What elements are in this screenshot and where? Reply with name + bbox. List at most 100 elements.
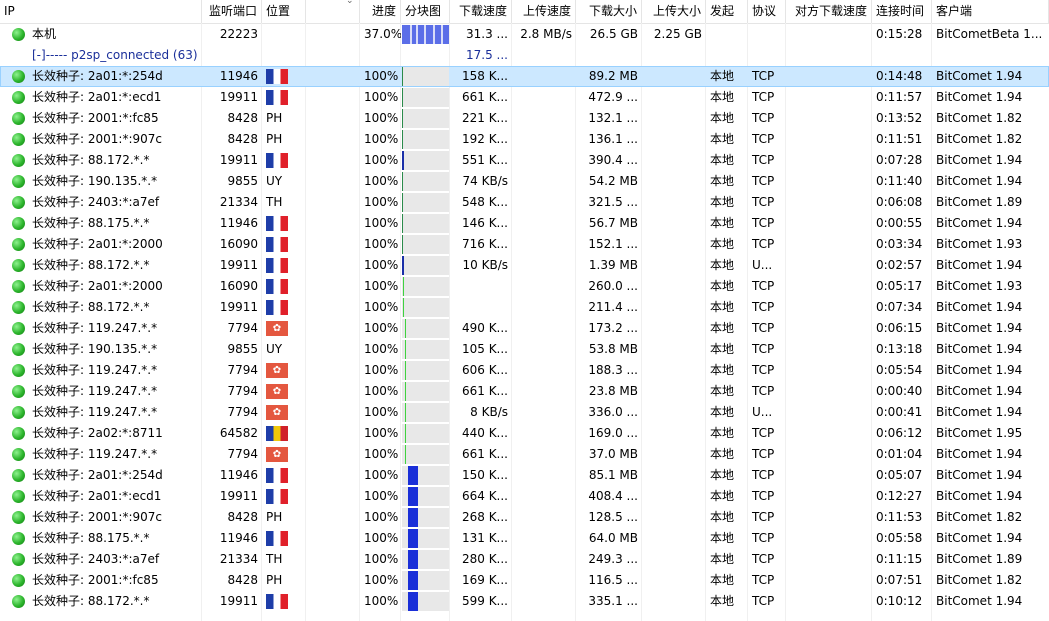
cell-connect-time: 0:11:40 bbox=[876, 174, 923, 188]
cell-client: BitComet 1.94 bbox=[936, 363, 1023, 377]
peer-list[interactable]: IP 监听端口 位置 进度 分块图 下载速度 上传速度 下载大小 上传大小 发起 协议 对方下载速度连… bbox=[0, 0, 1049, 621]
group-row-p2sp[interactable]: [-]----- p2sp_connected (63) 17.5 ... bbox=[0, 45, 1049, 66]
table-row[interactable]: 长效种子: 88.172.*.* 19911 100% 211.4 ... 本地 TCP 0… bbox=[0, 297, 1049, 318]
table-row[interactable]: 长效种子: 88.172.*.* 19911 100% 599 K... 335.1 .… bbox=[0, 591, 1049, 612]
piece-map-bar bbox=[402, 130, 449, 149]
cell-listen-port: 7794 bbox=[227, 447, 258, 461]
flag-fr-icon bbox=[266, 468, 288, 483]
column-header-ip[interactable]: IP bbox=[0, 0, 202, 23]
table-row[interactable]: 长效种子: 2a01:*:2000 16090 100% 260.0 ... 本地 TCP… bbox=[0, 276, 1049, 297]
cell-connect-time: 0:13:52 bbox=[876, 111, 923, 125]
table-row[interactable]: 长效种子: 2403:*:a7ef 21334 TH 100% 280 K... 249.… bbox=[0, 549, 1049, 570]
table-row[interactable]: 长效种子: 190.135.*.* 9855 UY 100% 105 K... 53.8 … bbox=[0, 339, 1049, 360]
table-row[interactable]: 长效种子: 88.172.*.* 19911 100% 10 KB/s 1.39 MB 本… bbox=[0, 255, 1049, 276]
table-row[interactable]: 长效种子: 2a02:*:8711 64582 100% 440 K... 169.0 … bbox=[0, 423, 1049, 444]
cell-listen-port: 16090 bbox=[219, 279, 258, 293]
cell-initiator: 本地 bbox=[710, 426, 735, 440]
table-row[interactable]: 长效种子: 119.247.*.* 7794 ✿ 100% 8 KB/s 336.0 ..… bbox=[0, 402, 1049, 423]
table-row[interactable]: 长效种子: 190.135.*.* 9855 UY 100% 74 KB/s 54.2 M… bbox=[0, 171, 1049, 192]
cell-connect-time: 0:13:18 bbox=[876, 342, 923, 356]
piece-map-bar bbox=[402, 529, 449, 548]
cell-connect-time: 0:06:15 bbox=[876, 321, 923, 335]
cell-progress: 100% bbox=[364, 69, 399, 83]
column-header-protocol[interactable]: 协议 bbox=[748, 0, 786, 23]
column-header-location[interactable]: 位置 bbox=[262, 0, 306, 23]
cell-progress: 100% bbox=[364, 195, 399, 209]
piece-map-bar bbox=[402, 256, 449, 275]
table-row[interactable]: 长效种子: 119.247.*.* 7794 ✿ 100% 606 K... 188.3 … bbox=[0, 360, 1049, 381]
cell-initiator: 本地 bbox=[710, 153, 735, 167]
cell-connect-time: 0:00:55 bbox=[876, 216, 923, 230]
column-header-download-speed[interactable]: 下载速度 bbox=[450, 0, 512, 23]
flag-fr-icon bbox=[266, 216, 288, 231]
cell-connect-time: 0:05:58 bbox=[876, 531, 923, 545]
cell-progress: 100% bbox=[364, 321, 399, 335]
column-header-upload-size[interactable]: 上传大小 bbox=[642, 0, 706, 23]
cell-listen-port: 21334 bbox=[219, 552, 258, 566]
cell-download-speed: 221 K... bbox=[461, 111, 508, 125]
cell-client: BitComet 1.94 bbox=[936, 300, 1023, 314]
column-header-connect-time[interactable]: 连接时间 bbox=[872, 0, 932, 23]
column-header-progress[interactable]: 进度 bbox=[360, 0, 401, 23]
table-row[interactable]: 长效种子: 88.172.*.* 19911 100% 551 K... 390.4 .… bbox=[0, 150, 1049, 171]
cell-ip: 长效种子: 190.135.*.* bbox=[32, 174, 158, 188]
piece-map-bar bbox=[402, 235, 449, 254]
cell-progress: 100% bbox=[364, 132, 399, 146]
table-row[interactable]: 长效种子: 2a01:*:ecd1 19911 100% 664 K... 408.4 … bbox=[0, 486, 1049, 507]
cell-location: UY bbox=[266, 174, 283, 188]
table-row[interactable]: 长效种子: 2a01:*:254d 11946 100% 150 K... 85.1 M… bbox=[0, 465, 1049, 486]
cell-download-size: 26.5 GB bbox=[589, 27, 638, 41]
table-row[interactable]: 长效种子: 119.247.*.* 7794 ✿ 100% 490 K... 173.2 … bbox=[0, 318, 1049, 339]
cell-download-size: 136.1 ... bbox=[588, 132, 638, 146]
piece-map-bar bbox=[402, 25, 449, 44]
cell-initiator: 本地 bbox=[710, 405, 735, 419]
cell-download-size: 89.2 MB bbox=[588, 69, 638, 83]
cell-ip: 本机 bbox=[32, 27, 57, 41]
table-row[interactable]: 长效种子: 2001:*:907c 8428 PH 100% 192 K... 136.1… bbox=[0, 129, 1049, 150]
column-header-download-size[interactable]: 下载大小 bbox=[576, 0, 642, 23]
table-row[interactable]: 长效种子: 119.247.*.* 7794 ✿ 100% 661 K... 23.8 M… bbox=[0, 381, 1049, 402]
cell-client: BitComet 1.94 bbox=[936, 216, 1023, 230]
table-row[interactable]: 长效种子: 2001:*:fc85 8428 PH 100% 169 K... 116.5… bbox=[0, 570, 1049, 591]
cell-ip: [-]----- p2sp_connected (63) bbox=[32, 48, 198, 62]
table-row[interactable]: 长效种子: 119.247.*.* 7794 ✿ 100% 661 K... 37.0 M… bbox=[0, 444, 1049, 465]
cell-client: BitComet 1.94 bbox=[936, 489, 1023, 503]
cell-connect-time: 0:06:12 bbox=[876, 426, 923, 440]
table-row[interactable]: 长效种子: 88.175.*.* 11946 100% 131 K... 64.0 MB… bbox=[0, 528, 1049, 549]
column-header-initiator[interactable]: 发起 bbox=[706, 0, 748, 23]
cell-connect-time: 0:06:08 bbox=[876, 195, 923, 209]
piece-progress-fill bbox=[403, 277, 404, 296]
table-row[interactable]: 长效种子: 2a01:*:2000 16090 100% 716 K... 152.1 … bbox=[0, 234, 1049, 255]
table-row[interactable]: 长效种子: 2001:*:907c 8428 PH 100% 268 K... 128.5… bbox=[0, 507, 1049, 528]
table-row[interactable]: 长效种子: 88.175.*.* 11946 100% 146 K... 56.7 MB… bbox=[0, 213, 1049, 234]
cell-client: BitComet 1.94 bbox=[936, 594, 1023, 608]
cell-initiator: 本地 bbox=[710, 531, 735, 545]
table-row[interactable]: 长效种子: 2403:*:a7ef 21334 TH 100% 548 K... 321.… bbox=[0, 192, 1049, 213]
flag-fr-icon bbox=[266, 594, 288, 609]
column-header-client[interactable]: 客户端 bbox=[932, 0, 1049, 23]
table-row[interactable]: 长效种子: 2a01:*:ecd1 19911 100% 661 K... 472.9 … bbox=[0, 87, 1049, 108]
cell-initiator: 本地 bbox=[710, 447, 735, 461]
cell-download-speed: 17.5 ... bbox=[466, 48, 508, 62]
piece-map-bar bbox=[402, 214, 449, 233]
cell-client: BitComet 1.93 bbox=[936, 237, 1023, 251]
cell-ip: 长效种子: 2a01:*:254d bbox=[32, 69, 163, 83]
column-header-piece-map[interactable]: 分块图 bbox=[401, 0, 450, 23]
cell-download-speed: 192 K... bbox=[461, 132, 508, 146]
piece-progress-fill bbox=[402, 67, 403, 86]
cell-protocol: TCP bbox=[752, 300, 775, 314]
column-header-peer-download-speed[interactable]: 对方下载速度 bbox=[786, 0, 872, 23]
table-row[interactable]: 长效种子: 2a01:*:254d 11946 100% 158 K... 89.2 M… bbox=[0, 66, 1049, 87]
cell-connect-time: 0:01:04 bbox=[876, 447, 923, 461]
cell-initiator: 本地 bbox=[710, 69, 735, 83]
cell-ip: 长效种子: 2001:*:fc85 bbox=[32, 111, 159, 125]
column-header-listen-port[interactable]: 监听端口 bbox=[202, 0, 262, 23]
cell-upload-speed: 2.8 MB/s bbox=[520, 27, 572, 41]
cell-client: BitCometBeta 1... bbox=[936, 27, 1043, 41]
summary-row[interactable]: 本机 22223 37.0% 31.3 ... 2.8 MB/s 26.5 GB 2.25 … bbox=[0, 24, 1049, 45]
cell-protocol: TCP bbox=[752, 216, 775, 230]
flag-fr-icon bbox=[266, 279, 288, 294]
cell-initiator: 本地 bbox=[710, 321, 735, 335]
column-header-upload-speed[interactable]: 上传速度 bbox=[512, 0, 576, 23]
table-row[interactable]: 长效种子: 2001:*:fc85 8428 PH 100% 221 K... 132.1… bbox=[0, 108, 1049, 129]
